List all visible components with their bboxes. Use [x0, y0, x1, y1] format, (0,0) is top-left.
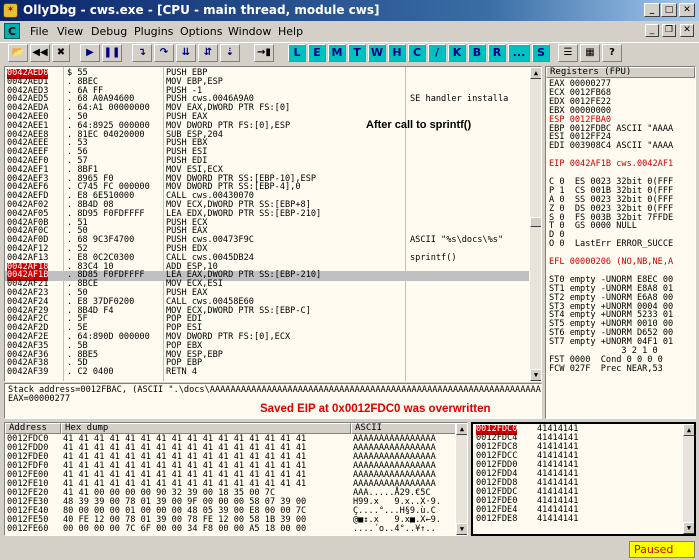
- stack-scrollbar[interactable]: ▲ ▼: [682, 424, 694, 534]
- status-paused: Paused: [629, 541, 695, 558]
- toolbar-button-l[interactable]: L: [288, 44, 306, 62]
- registers-header[interactable]: Registers (FPU): [546, 67, 695, 78]
- open-icon[interactable]: 📂: [8, 44, 28, 62]
- menu-options[interactable]: Options: [180, 25, 222, 38]
- cpu-window-icon: C: [4, 23, 20, 39]
- register-line[interactable]: FCW 027F Prec NEAR,53: [549, 364, 663, 375]
- toolbar-button-dots[interactable]: ...: [508, 44, 530, 62]
- disasm-instruction: RETN 4: [166, 367, 198, 378]
- title-bar: ✶ OllyDbg - cws.exe - [CPU - main thread…: [0, 0, 699, 21]
- register-line[interactable]: EDI 003908C4 ASCII "AAAA: [549, 142, 673, 152]
- after-call-annotation: After call to sprintf(): [366, 119, 472, 131]
- menu-file[interactable]: File: [30, 25, 48, 38]
- window-title: OllyDbg - cws.exe - [CPU - main thread, …: [23, 3, 380, 17]
- scroll-down-icon[interactable]: ▼: [456, 523, 467, 535]
- stack-address: 0012FDE8: [476, 514, 518, 524]
- status-bar: Paused: [0, 539, 699, 560]
- menu-plugins[interactable]: Plugins: [134, 25, 173, 38]
- goto-icon[interactable]: →▮: [254, 44, 274, 62]
- step-into-icon[interactable]: ↴: [132, 44, 152, 62]
- ollydbg-bug-icon: ✶: [3, 3, 18, 18]
- stack-pane[interactable]: 0012FDC0 41414141 0012FDC4 41414141 0012FDC8…: [471, 422, 696, 536]
- close-icon[interactable]: ✕: [679, 3, 695, 17]
- minimize-icon[interactable]: _: [644, 3, 660, 17]
- menu-bar: C File View Debug Plugins Options Window…: [0, 22, 699, 41]
- dump-address: 0012FE60: [7, 524, 49, 534]
- run-icon[interactable]: ▶: [80, 44, 100, 62]
- maximize-icon[interactable]: □: [661, 3, 677, 17]
- toolbar-button-h[interactable]: H: [388, 44, 406, 62]
- toolbar-button-c[interactable]: C: [408, 44, 426, 62]
- dump-ascii: ....´o..4°..¥↑..: [353, 524, 436, 534]
- dump-col-address[interactable]: Address: [5, 423, 61, 434]
- menu-window[interactable]: Window: [228, 25, 271, 38]
- registers-pane[interactable]: Registers (FPU) EAX 00000277 ECX 0012FB68…: [545, 66, 696, 419]
- dump-col-hex[interactable]: Hex dump: [61, 423, 351, 434]
- appearance-icon[interactable]: ▦: [580, 44, 600, 62]
- toolbar-button-e[interactable]: E: [308, 44, 326, 62]
- disassembly-scrollbar[interactable]: ▲ ▼: [529, 67, 541, 381]
- scroll-up-icon[interactable]: ▲: [683, 424, 694, 436]
- stack-value: 41414141: [537, 514, 579, 524]
- dump-row[interactable]: 0012FE60 00 00 00 00 7C 6F 00 00 34 F8 00…: [5, 524, 455, 535]
- stack-row[interactable]: 0012FDE8 41414141: [473, 514, 682, 525]
- register-line[interactable]: EFL 00000206 (NO,NB,NE,A: [549, 257, 673, 268]
- dump-hex: 00 00 00 00 7C 6F 00 00 34 F8 00 00 A5 1…: [63, 524, 307, 534]
- mdi-restore-icon[interactable]: ❐: [662, 24, 676, 37]
- scroll-down-icon[interactable]: ▼: [530, 369, 541, 381]
- close-icon[interactable]: ✖: [52, 44, 70, 62]
- trace-into-icon[interactable]: ⇊: [176, 44, 196, 62]
- pause-icon[interactable]: ❚❚: [102, 44, 122, 62]
- toolbar-button-r[interactable]: R: [488, 44, 506, 62]
- rewind-icon[interactable]: ◀◀: [30, 44, 50, 62]
- toolbar-button-t[interactable]: T: [348, 44, 366, 62]
- toolbar-button-m[interactable]: M: [328, 44, 346, 62]
- info-line-1: Stack address=0012FBAC, (ASCII ".\docs\A…: [8, 385, 542, 395]
- menu-view[interactable]: View: [57, 25, 83, 38]
- toolbar-button-w[interactable]: W: [368, 44, 386, 62]
- mdi-minimize-icon[interactable]: _: [645, 24, 659, 37]
- hex-dump-pane[interactable]: Address Hex dump ASCII 0012FDC0 41 41 41 …: [4, 422, 468, 536]
- execute-till-return-icon[interactable]: ⇣: [220, 44, 240, 62]
- dump-col-ascii[interactable]: ASCII: [351, 423, 457, 434]
- toolbar-button-slash[interactable]: /: [428, 44, 446, 62]
- mdi-close-icon[interactable]: ✕: [680, 24, 694, 37]
- saved-eip-annotation: Saved EIP at 0x0012FDC0 was overwritten: [260, 403, 491, 415]
- options-icon[interactable]: ☰: [558, 44, 578, 62]
- disassembly-pane[interactable]: 0042AED0 $ 55 PUSH EBP 0042AED1. 8BEC MOV EB…: [4, 66, 542, 382]
- step-over-icon[interactable]: ↷: [154, 44, 174, 62]
- disasm-hex: . C2 0400: [67, 367, 114, 378]
- toolbar-button-b[interactable]: B: [468, 44, 486, 62]
- scroll-up-icon[interactable]: ▲: [456, 423, 467, 435]
- register-line[interactable]: O 0 LastErr ERROR_SUCCE: [549, 240, 673, 250]
- toolbar-button-k[interactable]: K: [448, 44, 466, 62]
- disasm-address: 0042AF39: [7, 367, 49, 378]
- scroll-thumb[interactable]: [530, 217, 541, 227]
- register-line[interactable]: EIP 0042AF1B cws.0042AF1: [549, 159, 673, 170]
- dump-scrollbar[interactable]: ▲ ▼: [455, 423, 467, 535]
- menu-help[interactable]: Help: [278, 25, 303, 38]
- toolbar-button-s[interactable]: S: [532, 44, 550, 62]
- trace-over-icon[interactable]: ⇵: [198, 44, 218, 62]
- disasm-row[interactable]: 0042AF39 . C2 0400 RETN 4: [5, 368, 541, 378]
- scroll-down-icon[interactable]: ▼: [683, 522, 694, 534]
- menu-debug[interactable]: Debug: [91, 25, 127, 38]
- scroll-up-icon[interactable]: ▲: [530, 67, 541, 79]
- help-icon[interactable]: ?: [602, 44, 622, 62]
- toolbar: 📂 ◀◀ ✖ ▶ ❚❚ ↴ ↷ ⇊ ⇵ ⇣ →▮ L E M T W H C /…: [0, 42, 699, 64]
- info-line-2: EAX=00000277: [8, 394, 71, 404]
